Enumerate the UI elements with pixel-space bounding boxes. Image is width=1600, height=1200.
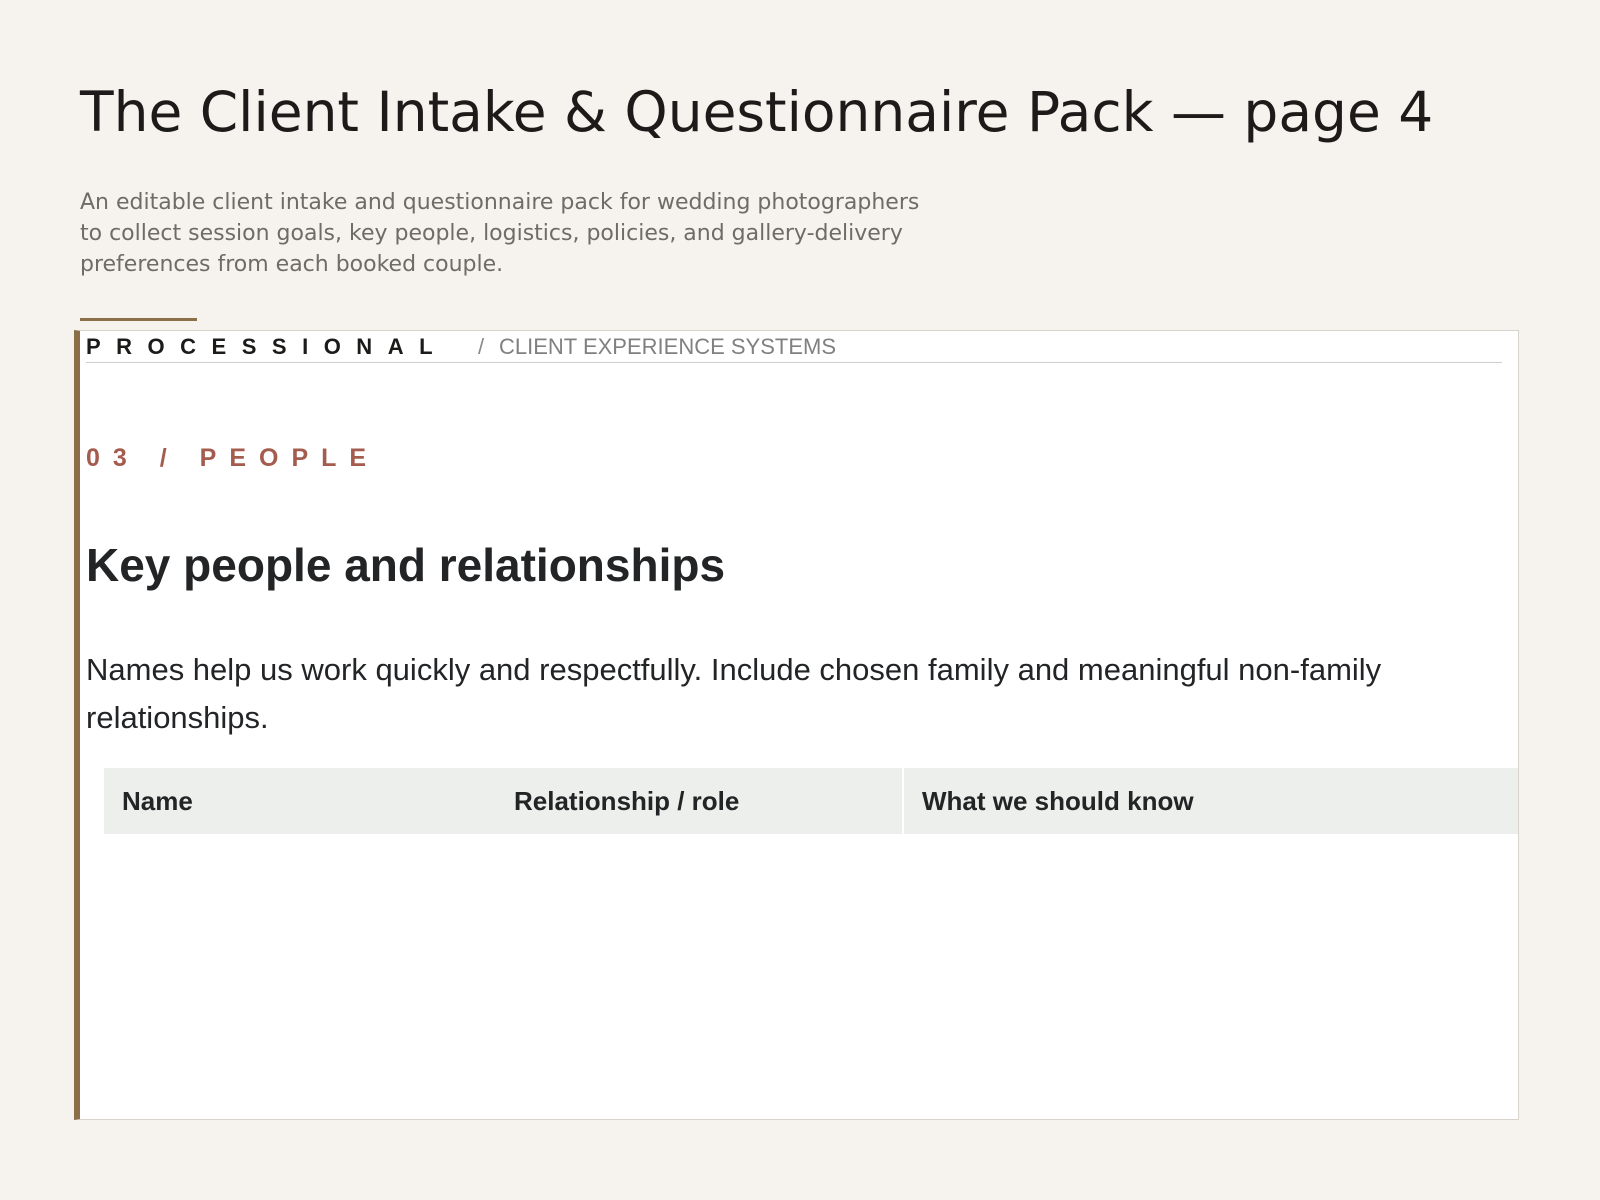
column-header-notes: What we should know [904, 768, 1518, 834]
brand-header: PROCESSIONAL / CLIENT EXPERIENCE SYSTEMS [86, 331, 1502, 363]
column-header-name: Name [104, 768, 496, 834]
page-description: An editable client intake and questionna… [80, 190, 920, 277]
accent-rule [80, 318, 197, 321]
brand-tagline: CLIENT EXPERIENCE SYSTEMS [499, 334, 837, 359]
document-page-preview: PROCESSIONAL / CLIENT EXPERIENCE SYSTEMS… [74, 330, 1519, 1120]
brand-separator: / [478, 334, 485, 359]
brand-name: PROCESSIONAL [86, 334, 449, 359]
page-title: The Client Intake & Questionnaire Pack —… [80, 80, 1434, 144]
section-intro: Names help us work quickly and respectfu… [86, 652, 1382, 735]
section-kicker: 03 / PEOPLE [86, 444, 380, 472]
section-heading: Key people and relationships [86, 539, 726, 591]
column-header-relationship: Relationship / role [496, 768, 904, 834]
table-header-row: Name Relationship / role What we should … [104, 768, 1518, 834]
people-table: Name Relationship / role What we should … [104, 768, 1518, 834]
